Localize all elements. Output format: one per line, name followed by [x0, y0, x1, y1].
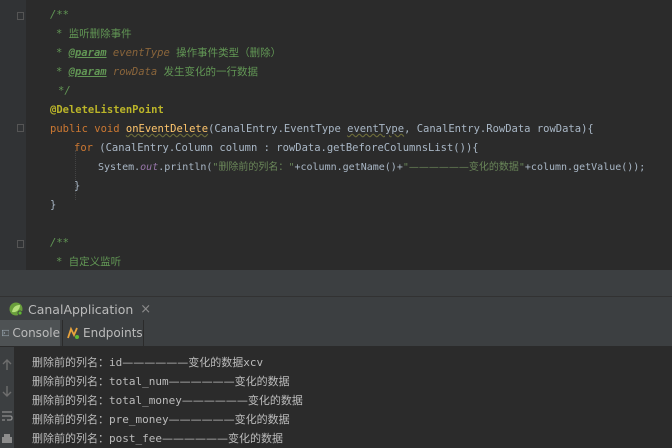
console-icon	[2, 329, 10, 337]
console-line: 删除前的列名：post_fee——————变化的数据	[32, 432, 283, 445]
code-line: public void onEventDelete(CanalEntry.Eve…	[50, 123, 594, 135]
run-subtabs: Console Endpoints	[0, 320, 672, 347]
code-line: }	[50, 199, 57, 211]
fold-marker-icon[interactable]	[17, 240, 24, 248]
print-icon[interactable]	[1, 433, 13, 445]
run-tab-label: CanalApplication	[28, 301, 134, 317]
fold-marker-icon[interactable]	[17, 12, 24, 20]
code-line: * 自定义监听	[56, 256, 122, 268]
panel-splitter[interactable]	[0, 270, 672, 296]
code-line: System.out.println("删除前的列名："+column.getN…	[98, 162, 646, 173]
run-tab-canal-application[interactable]: CanalApplication ×	[8, 297, 151, 321]
code-line: @DeleteListenPoint	[50, 104, 164, 116]
tab-console[interactable]: Console	[0, 320, 60, 346]
code-line: * 监听删除事件	[56, 28, 132, 40]
close-icon[interactable]: ×	[140, 302, 151, 317]
soft-wrap-icon[interactable]	[1, 409, 13, 423]
console-line: 删除前的列名：total_num——————变化的数据	[32, 375, 290, 388]
code-line: /**	[50, 9, 69, 21]
editor-gutter	[0, 0, 26, 270]
console-line: 删除前的列名：pre_money——————变化的数据	[32, 413, 290, 426]
fold-marker-icon[interactable]	[17, 124, 24, 132]
code-line: for (CanalEntry.Column column : rowData.…	[74, 142, 479, 154]
spring-leaf-icon	[9, 302, 23, 316]
code-line: /**	[50, 237, 69, 249]
console-toolbar	[0, 347, 14, 448]
code-editor[interactable]: /** * 监听删除事件 * @param eventType 操作事件类型（删…	[0, 0, 672, 270]
endpoints-icon	[67, 326, 79, 339]
code-line: * @param eventType 操作事件类型（删除）	[56, 47, 282, 59]
tab-console-label: Console	[12, 326, 60, 340]
code-line: */	[58, 85, 71, 97]
console-line: 删除前的列名：total_money——————变化的数据	[32, 394, 303, 407]
code-line: }	[74, 180, 81, 192]
tab-endpoints-label: Endpoints	[83, 326, 143, 340]
tab-endpoints[interactable]: Endpoints	[62, 320, 144, 346]
arrow-down-icon[interactable]	[1, 384, 13, 398]
code-line: * @param rowData 发生变化的一行数据	[56, 66, 259, 78]
arrow-up-icon[interactable]	[1, 358, 13, 372]
console-line: 删除前的列名：id——————变化的数据xcv	[32, 356, 264, 369]
run-tool-window-bar: CanalApplication ×	[0, 296, 672, 321]
